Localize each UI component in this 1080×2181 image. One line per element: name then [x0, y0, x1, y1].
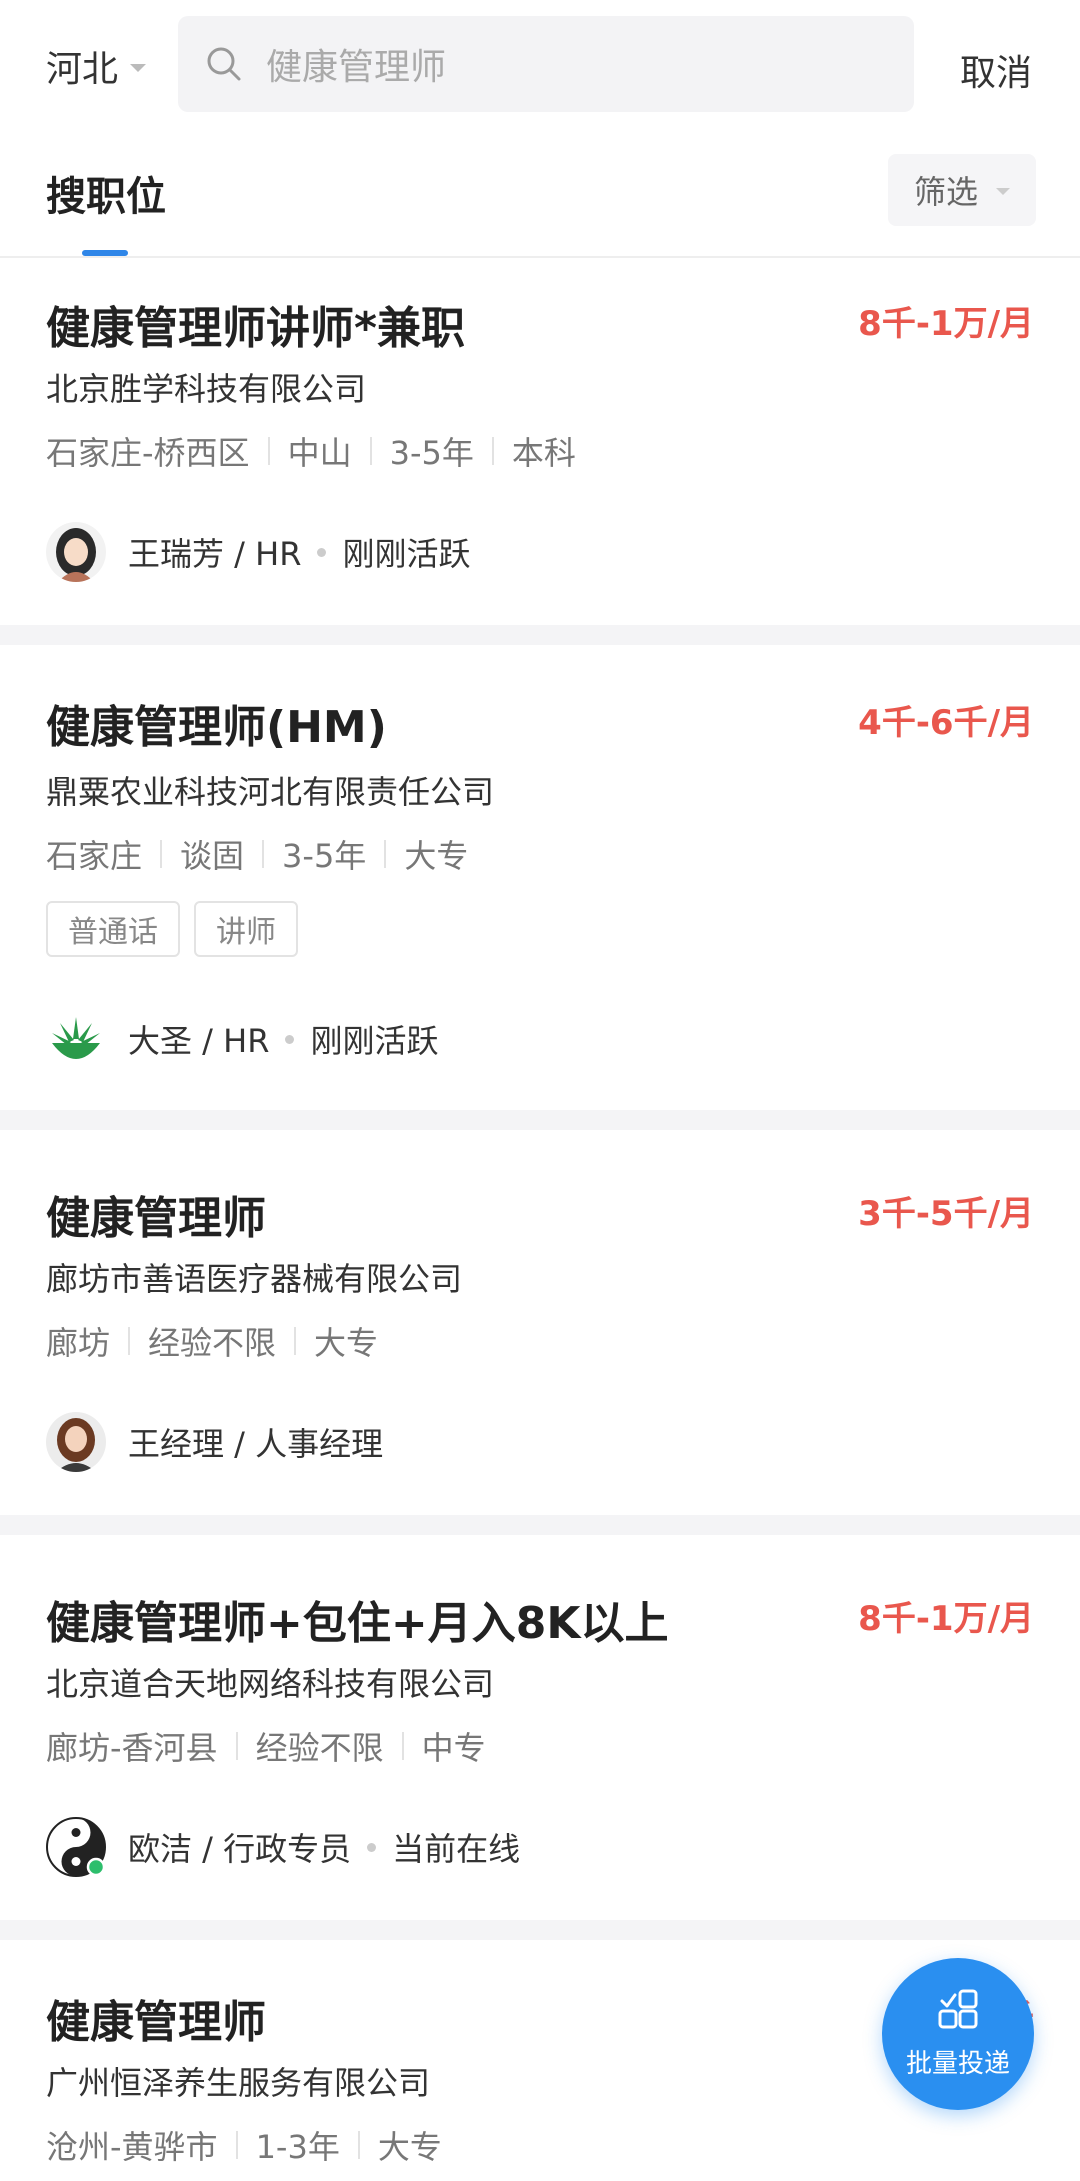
- job-card[interactable]: 健康管理师(HM) 4千-6千/月 鼎粟农业科技河北有限责任公司 石家庄 谈固 …: [0, 645, 1080, 1110]
- divider: [160, 840, 163, 868]
- job-experience: 3-5年: [389, 434, 474, 472]
- yin-yang-avatar: [46, 1817, 106, 1877]
- job-card[interactable]: 健康管理师+包住+月入8K以上 8千-1万/月 北京道合天地网络科技有限公司 廊…: [0, 1535, 1080, 1920]
- card-separator: [0, 625, 1080, 645]
- cancel-button[interactable]: 取消: [960, 44, 1032, 96]
- divider: [235, 2131, 238, 2159]
- job-salary: 8千-1万/月: [858, 304, 1034, 344]
- caret-down-icon: [996, 187, 1010, 195]
- avatar: [46, 1412, 106, 1472]
- job-salary: 4千-6千/月: [858, 703, 1034, 743]
- job-education: 大专: [314, 1324, 379, 1362]
- search-query: 健康管理师: [266, 47, 447, 88]
- search-icon: [207, 47, 241, 81]
- job-card[interactable]: 健康管理师 3千-5千/月 廊坊市善语医疗器械有限公司 廊坊 经验不限 大专 王…: [0, 1130, 1080, 1515]
- search-input[interactable]: 健康管理师: [178, 16, 914, 112]
- filter-label: 筛选: [913, 173, 978, 211]
- job-experience: 经验不限: [255, 1729, 384, 1767]
- job-salary: 8千-1万/月: [858, 1599, 1034, 1639]
- company-name: 北京胜学科技有限公司: [46, 370, 367, 408]
- job-title: 健康管理师: [46, 1193, 266, 1244]
- tab-search-jobs[interactable]: 搜职位: [46, 164, 166, 222]
- card-separator: [0, 1920, 1080, 1940]
- divider: [401, 1732, 404, 1760]
- divider: [491, 437, 494, 465]
- card-separator: [0, 1515, 1080, 1535]
- dot-separator: [285, 1034, 295, 1044]
- city-selector[interactable]: 河北: [46, 40, 147, 92]
- job-title: 健康管理师+包住+月入8K以上: [46, 1598, 669, 1649]
- recruiter-name: 欧洁 / 行政专员: [128, 1830, 352, 1868]
- divider: [235, 1732, 238, 1760]
- recruiter-status: 当前在线: [392, 1830, 521, 1868]
- job-education: 中专: [421, 1729, 486, 1767]
- company-name: 鼎粟农业科技河北有限责任公司: [46, 773, 495, 811]
- divider: [369, 437, 372, 465]
- dot-separator: [367, 1842, 377, 1852]
- job-education: 本科: [511, 434, 576, 472]
- divider: [357, 2131, 360, 2159]
- company-name: 北京道合天地网络科技有限公司: [46, 1665, 495, 1703]
- job-location: 石家庄-桥西区: [46, 434, 250, 472]
- divider: [384, 840, 387, 868]
- job-meta: 石家庄-桥西区 中山 3-5年 本科: [46, 428, 576, 474]
- recruiter-info: 王经理 / 人事经理: [46, 1412, 383, 1472]
- job-experience: 1-3年: [255, 2128, 340, 2166]
- job-district: 谈固: [180, 837, 245, 875]
- recruiter-info: 欧洁 / 行政专员 当前在线: [46, 1817, 520, 1877]
- job-title: 健康管理师讲师*兼职: [46, 303, 466, 354]
- recruiter-info: 大圣 / HR 刚刚活跃: [46, 1009, 438, 1069]
- active-tab-indicator: [82, 250, 128, 256]
- card-separator: [0, 1110, 1080, 1130]
- divider: [128, 1327, 131, 1355]
- filter-button[interactable]: 筛选: [888, 154, 1036, 226]
- city-label: 河北: [46, 49, 119, 90]
- batch-apply-icon: [938, 1989, 978, 2028]
- job-meta: 石家庄 谈固 3-5年 大专: [46, 831, 468, 877]
- job-location: 廊坊: [46, 1324, 111, 1362]
- recruiter-name: 大圣 / HR: [128, 1022, 270, 1060]
- tab-bar: 搜职位 筛选: [0, 130, 1080, 258]
- job-location: 石家庄: [46, 837, 143, 875]
- job-experience: 3-5年: [282, 837, 367, 875]
- job-salary: 3千-5千/月: [858, 1194, 1034, 1234]
- company-name: 廊坊市善语医疗器械有限公司: [46, 1260, 463, 1298]
- job-title: 健康管理师(HM): [46, 702, 387, 753]
- divider: [294, 1327, 297, 1355]
- caret-down-icon: [130, 64, 147, 72]
- job-district: 中山: [287, 434, 352, 472]
- search-header: 河北 健康管理师 取消: [0, 0, 1080, 130]
- company-logo-icon: [46, 1009, 106, 1069]
- job-meta: 沧州-黄骅市 1-3年 大专: [46, 2122, 442, 2168]
- job-education: 大专: [377, 2128, 442, 2166]
- job-tags: 普通话 讲师: [46, 901, 312, 957]
- batch-apply-label: 批量投递: [905, 2048, 1010, 2079]
- avatar: [46, 522, 106, 582]
- recruiter-status: 刚刚活跃: [342, 535, 471, 573]
- recruiter-name: 王经理 / 人事经理: [128, 1425, 384, 1463]
- divider: [267, 437, 270, 465]
- job-experience: 经验不限: [148, 1324, 277, 1362]
- job-card[interactable]: 健康管理师讲师*兼职 8千-1万/月 北京胜学科技有限公司 石家庄-桥西区 中山…: [0, 260, 1080, 625]
- job-location: 廊坊-香河县: [46, 1729, 218, 1767]
- job-title: 健康管理师: [46, 1997, 266, 2048]
- dot-separator: [317, 547, 327, 557]
- divider: [262, 840, 265, 868]
- job-education: 大专: [404, 837, 469, 875]
- job-tag: 普通话: [46, 901, 180, 957]
- job-meta: 廊坊 经验不限 大专: [46, 1318, 378, 1364]
- recruiter-name: 王瑞芳 / HR: [128, 535, 302, 573]
- job-tag: 讲师: [194, 901, 298, 957]
- recruiter-info: 王瑞芳 / HR 刚刚活跃: [46, 522, 470, 582]
- job-meta: 廊坊-香河县 经验不限 中专: [46, 1723, 486, 1769]
- search-results-page: 河北 健康管理师 取消 搜职位 筛选 健康管理师讲师*兼职 8千-1万/月 北京…: [0, 0, 1080, 2181]
- batch-apply-button[interactable]: 批量投递: [882, 1958, 1034, 2110]
- company-name: 广州恒泽养生服务有限公司: [46, 2064, 431, 2102]
- job-location: 沧州-黄骅市: [46, 2128, 218, 2166]
- recruiter-status: 刚刚活跃: [310, 1022, 439, 1060]
